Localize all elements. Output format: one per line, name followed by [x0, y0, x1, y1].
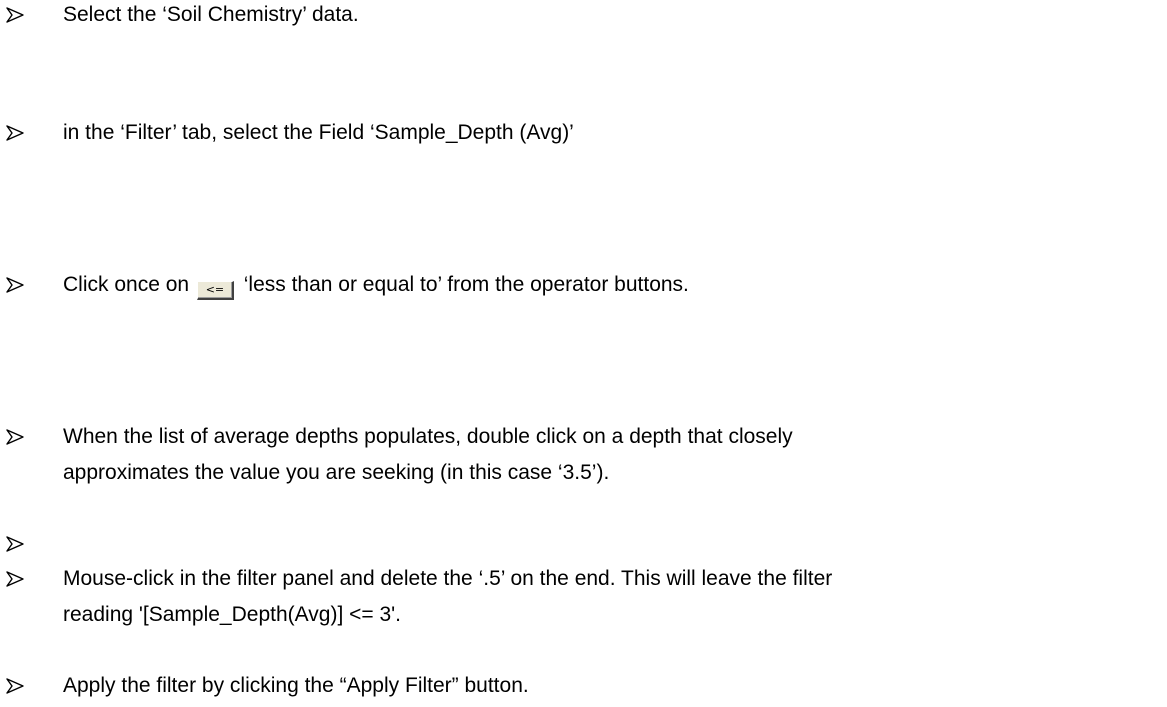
step-7-text: Apply the filter by clicking the “Apply …	[63, 674, 529, 697]
arrow-bullet-icon	[6, 678, 24, 694]
step-4-text-line-1: When the list of average depths populate…	[63, 425, 793, 448]
arrow-bullet-icon	[6, 429, 24, 445]
arrow-bullet-icon	[6, 571, 24, 587]
arrow-bullet-icon	[6, 7, 24, 23]
step-4-text-line-2: approximates the value you are seeking (…	[63, 461, 610, 484]
step-2-text: in the ‘Filter’ tab, select the Field ‘S…	[63, 121, 574, 144]
less-than-or-equal-button[interactable]: <=	[196, 281, 234, 300]
step-3-text-before: Click once on	[63, 273, 190, 296]
step-1-text: Select the ‘Soil Chemistry’ data.	[63, 3, 359, 26]
step-3-text-after: ‘less than or equal to’ from the operato…	[243, 273, 689, 296]
step-6-text-line-1: Mouse-click in the filter panel and dele…	[63, 567, 833, 590]
arrow-bullet-icon	[6, 125, 24, 141]
arrow-bullet-icon	[6, 277, 24, 293]
step-3-text: Click once on <= ‘less than or equal to’…	[63, 267, 1167, 303]
arrow-bullet-icon	[6, 536, 24, 552]
step-6-text-line-2: reading '[Sample_Depth(Avg)] <= 3'.	[63, 603, 401, 626]
